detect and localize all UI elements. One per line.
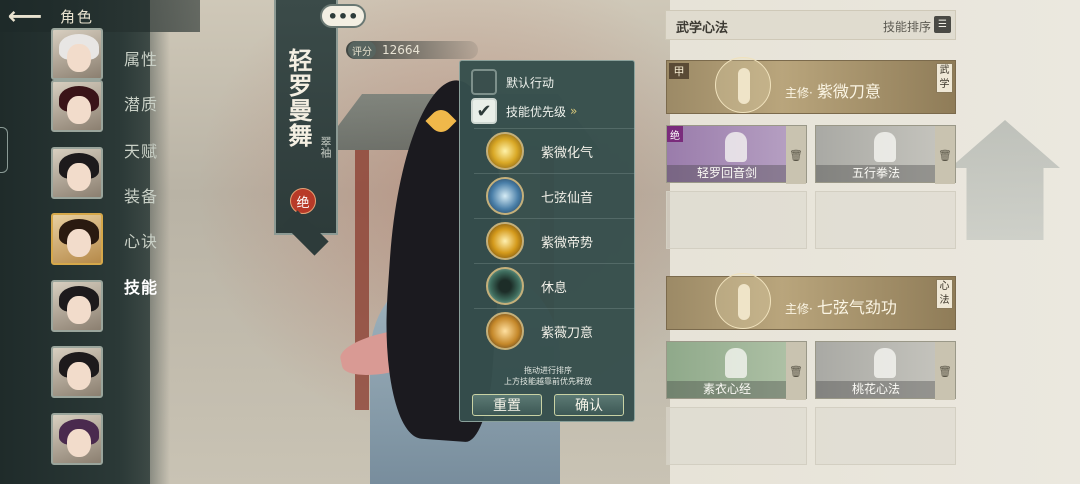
martial-figure-icon (715, 57, 771, 113)
score-label: 评分 (348, 41, 376, 59)
character-name: 轻罗曼舞 (284, 48, 312, 148)
skill-name: 紫微帝势 (541, 235, 594, 251)
main-mind-art-banner[interactable]: 主修· 七弦气劲功 心法 (666, 273, 956, 330)
default-action-toggle[interactable]: 默认行动 (471, 69, 554, 95)
rarity-badge: 绝 (667, 126, 683, 142)
skill-name: 七弦仙音 (541, 190, 594, 206)
reset-button[interactable]: 重置 (472, 394, 542, 416)
sort-hint-line: 上方技能越靠前优先释放 (504, 377, 592, 386)
skill-name: 休息 (541, 280, 568, 296)
slot-name: 五行拳法 (816, 165, 936, 182)
category-tag: 心法 (936, 279, 953, 309)
nav-item-mind-art[interactable]: 心诀 (124, 228, 158, 252)
confirm-button[interactable]: 确认 (554, 394, 624, 416)
page-title: 角色 (60, 7, 95, 26)
golden-orb-icon (486, 222, 524, 260)
nav-item-equipment[interactable]: 装备 (124, 183, 158, 207)
mind-figure-icon (715, 273, 771, 329)
party-member-portrait[interactable] (51, 280, 103, 332)
skill-item[interactable]: 七弦仙音 (474, 173, 636, 218)
back-button[interactable]: ⟵ (0, 2, 50, 30)
martial-arts-header: 武学心法 技能排序 ☰ (665, 10, 956, 40)
golden-burst-icon (486, 132, 524, 170)
sort-list-icon[interactable]: ☰ (934, 16, 951, 33)
back-arrow-icon: ⟵ (7, 2, 43, 30)
skill-name: 紫薇刀意 (541, 325, 594, 341)
party-member-portrait[interactable] (51, 413, 103, 465)
sidebar-collapse-handle[interactable] (0, 127, 8, 173)
distant-pavilion (950, 120, 1060, 240)
party-member-portrait[interactable] (51, 28, 103, 80)
nav-item-attributes[interactable]: 属性 (124, 46, 158, 70)
nav-item-talent[interactable]: 天赋 (124, 138, 158, 162)
skill-priority-toggle[interactable]: ✔ 技能优先级 » (471, 98, 577, 124)
sort-hint-line: 拖动进行排序 (524, 366, 572, 375)
skill-sort-label[interactable]: 技能排序 (883, 18, 931, 35)
skill-priority-label: 技能优先级 (506, 104, 567, 119)
martial-figure-icon (874, 132, 896, 162)
default-action-label: 默认行动 (506, 75, 555, 90)
empty-slot[interactable] (815, 191, 956, 249)
empty-slot[interactable] (666, 407, 807, 465)
skill-priority-popup: 默认行动 ✔ 技能优先级 » 紫微化气 七弦仙音 紫微帝势 休息 紫薇刀意 拖动… (459, 60, 636, 422)
skill-item[interactable]: 紫微帝势 (474, 218, 636, 263)
default-action-checkbox[interactable] (471, 69, 497, 95)
trash-icon[interactable]: 🗑 (935, 126, 955, 184)
skill-name: 紫微化气 (541, 145, 594, 161)
party-member-portrait[interactable] (51, 346, 103, 398)
trash-icon[interactable]: 🗑 (786, 126, 806, 184)
main-martial-art-title: 主修· 紫微刀意 (785, 78, 881, 102)
slot-name: 轻罗回音剑 (667, 165, 787, 182)
nav-item-skills[interactable]: 技能 (124, 274, 158, 298)
trash-icon[interactable]: 🗑 (935, 342, 955, 400)
more-dots-icon: ••• (327, 6, 359, 26)
empty-slot[interactable] (666, 191, 807, 249)
rank-badge: 甲 (669, 63, 689, 79)
chevron-right-icon: » (570, 104, 578, 118)
score-display: 评分 12664 (346, 41, 478, 59)
martial-art-slot[interactable]: 绝 轻罗回音剑 🗑 (666, 125, 807, 184)
blue-swirl-icon (486, 177, 524, 215)
blade-sweep-icon (486, 312, 524, 350)
party-member-portrait[interactable] (51, 80, 103, 132)
meditation-icon (486, 267, 524, 305)
slot-name: 桃花心法 (816, 381, 936, 398)
skill-item[interactable]: 休息 (474, 263, 636, 308)
nav-item-potential[interactable]: 潜质 (124, 91, 158, 115)
party-member-portrait[interactable] (51, 147, 103, 199)
checkmark-icon: ✔ (476, 100, 492, 122)
main-mind-art-title: 主修· 七弦气劲功 (785, 294, 897, 318)
main-martial-art-banner[interactable]: 甲 主修· 紫微刀意 武学 (666, 57, 956, 114)
martial-figure-icon (725, 132, 747, 162)
main-prefix: 主修· (785, 86, 813, 100)
empty-slot[interactable] (815, 407, 956, 465)
panel-title: 武学心法 (676, 21, 729, 36)
score-value: 12664 (382, 43, 421, 57)
skill-priority-list: 紫微化气 七弦仙音 紫微帝势 休息 紫薇刀意 (474, 128, 636, 353)
meditation-figure-icon (874, 348, 896, 378)
skill-item[interactable]: 紫微化气 (474, 128, 636, 173)
mind-art-slot[interactable]: 桃花心法 🗑 (815, 341, 956, 400)
meditation-figure-icon (725, 348, 747, 378)
trash-icon[interactable]: 🗑 (786, 342, 806, 400)
slot-name: 素衣心经 (667, 381, 787, 398)
skill-priority-checkbox[interactable]: ✔ (471, 98, 497, 124)
chat-bubble-button[interactable]: ••• (320, 4, 366, 28)
main-prefix: 主修· (785, 302, 813, 316)
martial-art-slot[interactable]: 五行拳法 🗑 (815, 125, 956, 184)
category-tag: 武学 (936, 63, 953, 93)
character-name-banner: 轻罗曼舞 翠袖 绝 (274, 0, 338, 235)
skill-item[interactable]: 紫薇刀意 (474, 308, 636, 353)
party-member-portrait-selected[interactable] (51, 213, 103, 265)
character-sect: 翠袖 (319, 136, 332, 158)
main-mind-art-name: 七弦气劲功 (816, 298, 897, 317)
sort-hint: 拖动进行排序 上方技能越靠前优先释放 (460, 365, 636, 387)
mind-art-slot[interactable]: 素衣心经 🗑 (666, 341, 807, 400)
rarity-seal: 绝 (290, 188, 316, 214)
main-martial-art-name: 紫微刀意 (816, 82, 881, 101)
